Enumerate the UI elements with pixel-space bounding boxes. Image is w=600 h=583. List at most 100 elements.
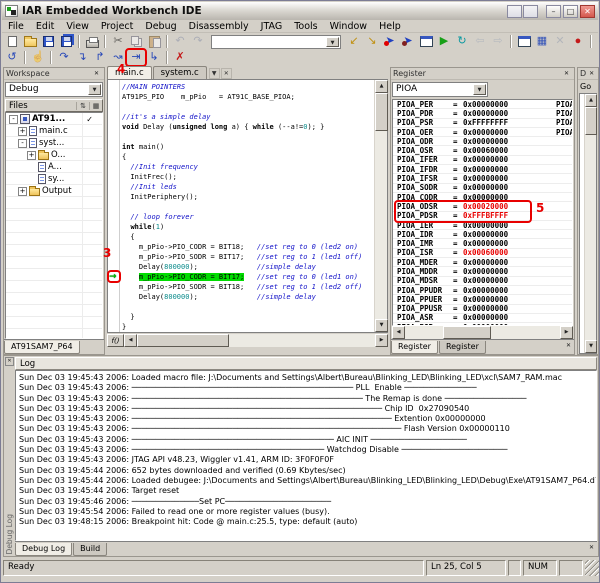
- editor-gutter[interactable]: →: [108, 80, 120, 332]
- scroll-right-icon[interactable]: ▶: [375, 334, 388, 347]
- menu-project[interactable]: Project: [95, 21, 140, 32]
- undo-icon[interactable]: ↶: [171, 34, 189, 49]
- register-row[interactable]: PIOA_ODR=0x00000000: [393, 137, 572, 146]
- previous-error-icon[interactable]: ⇦: [471, 34, 489, 49]
- scroll-left-icon[interactable]: ◀: [124, 334, 137, 347]
- register-hscrollbar[interactable]: ◀ ▶: [392, 326, 573, 339]
- files-tree[interactable]: -AT91...✓+main.c-syst...+O...A...sy...+O…: [5, 112, 103, 339]
- editor-vscrollbar[interactable]: ▲ ▼: [374, 80, 387, 332]
- register-row[interactable]: PIOA_PPUER=0x00000000: [393, 295, 572, 304]
- scrollbar-thumb[interactable]: [585, 107, 597, 135]
- tree-item[interactable]: +O...: [6, 149, 102, 161]
- tree-item[interactable]: -AT91...✓: [6, 113, 102, 125]
- menu-edit[interactable]: Edit: [30, 21, 60, 32]
- register-row[interactable]: PIOA_BSR=0x00000000: [393, 323, 572, 326]
- navigate-forward-icon[interactable]: ↘: [363, 34, 381, 49]
- register-row[interactable]: PIOA_IFER=0x00000000: [393, 156, 572, 165]
- inactive-window-button-2[interactable]: [523, 5, 538, 18]
- run-to-cursor-icon[interactable]: ⇥: [127, 50, 145, 65]
- log-tabs-close-icon[interactable]: ✕: [586, 543, 597, 553]
- register-row[interactable]: PIOA_SODR=0x00000000: [393, 184, 572, 193]
- register-row[interactable]: PIOA_CODR=0x00000000: [393, 193, 572, 202]
- title-bar[interactable]: IAR Embedded Workbench IDE – □ ✕: [2, 2, 598, 20]
- paste-icon[interactable]: [145, 34, 163, 49]
- tab-list-icon[interactable]: ▼: [209, 68, 220, 79]
- register-row[interactable]: PIOA_IDR=0x00000000: [393, 230, 572, 239]
- open-file-icon[interactable]: [21, 34, 39, 49]
- step-out-icon[interactable]: ↱: [91, 50, 109, 65]
- enable-breakpoint-icon[interactable]: ➤: [399, 34, 417, 49]
- menu-tools[interactable]: Tools: [288, 21, 323, 32]
- reset-icon[interactable]: ↺: [3, 50, 21, 65]
- columns-icon[interactable]: ▦: [89, 102, 102, 110]
- tab-register[interactable]: Register: [391, 341, 438, 354]
- scroll-up-icon[interactable]: ▲: [375, 80, 388, 93]
- toggle-breakpoint-icon[interactable]: ➤: [381, 34, 399, 49]
- sort-icon[interactable]: ⇅: [76, 102, 89, 110]
- register-title-bar[interactable]: Register ✕: [391, 68, 574, 80]
- register-row[interactable]: PIOA_ISR=0x00060000: [393, 249, 572, 258]
- code-area[interactable]: //MAIN POINTERSAT91PS_PIO m_pPio = AT91C…: [120, 80, 374, 332]
- workspace-window-icon[interactable]: ▦: [533, 34, 551, 49]
- compile-icon[interactable]: ↻: [453, 34, 471, 49]
- log-lines[interactable]: Sun Dec 03 19:45:43 2006: Loaded macro f…: [15, 370, 597, 541]
- log-close-icon[interactable]: ✕: [5, 357, 14, 366]
- register-row[interactable]: PIOA_IFSR=0x00000000: [393, 174, 572, 183]
- register-row[interactable]: PIOA_PPUSR=0x00000000: [393, 305, 572, 314]
- dropdown-icon[interactable]: ▼: [88, 84, 101, 95]
- tab-build[interactable]: Build: [73, 543, 107, 556]
- tree-expand-icon[interactable]: +: [27, 151, 36, 160]
- register-row[interactable]: PIOA_PPUDR=0x00000000: [393, 286, 572, 295]
- register-table[interactable]: PIOA_PER=0x00000000PIOAPIOA_PDR=0x000000…: [392, 99, 573, 326]
- cut-icon[interactable]: ✂: [109, 34, 127, 49]
- configuration-combo[interactable]: Debug ▼: [5, 82, 103, 97]
- workspace-close-icon[interactable]: ✕: [91, 69, 102, 79]
- menu-file[interactable]: File: [2, 21, 30, 32]
- tree-item[interactable]: A...: [6, 161, 102, 173]
- disassembly-close-icon[interactable]: ✕: [586, 69, 597, 79]
- scroll-down-icon[interactable]: ▼: [375, 319, 388, 332]
- scrollbar-thumb[interactable]: [375, 93, 388, 131]
- register-row[interactable]: PIOA_MDER=0x00000000: [393, 258, 572, 267]
- register-row[interactable]: PIOA_MDSR=0x00000000: [393, 277, 572, 286]
- tree-item[interactable]: -syst...: [6, 137, 102, 149]
- editor-close-icon[interactable]: ✕: [221, 68, 232, 79]
- register-close-icon[interactable]: ✕: [561, 69, 572, 79]
- scrollbar-track[interactable]: [585, 135, 596, 340]
- editor-tab-system-c[interactable]: system.c: [153, 66, 207, 79]
- menu-jtag[interactable]: JTAG: [255, 21, 289, 32]
- scrollbar-thumb[interactable]: [137, 334, 229, 347]
- disassembly-vscrollbar[interactable]: ▲ ▼: [584, 94, 596, 353]
- resize-grip[interactable]: [585, 560, 599, 576]
- scroll-up-icon[interactable]: ▲: [585, 94, 597, 107]
- step-into-icon[interactable]: ↴: [73, 50, 91, 65]
- save-all-icon[interactable]: [57, 34, 75, 49]
- log-drag-strip[interactable]: ✕ Debug Log: [4, 356, 15, 556]
- scrollbar-thumb[interactable]: [443, 326, 491, 339]
- stop-debugging-icon[interactable]: ✗: [171, 50, 189, 65]
- scroll-right-icon[interactable]: ▶: [560, 326, 573, 339]
- register-row[interactable]: PIOA_ASR=0x00000000: [393, 314, 572, 323]
- debug-without-downloading-icon[interactable]: ◉: [595, 34, 600, 49]
- register-row[interactable]: PIOA_PDSR=0xFFFBFFFF: [393, 212, 572, 221]
- navigate-backward-icon[interactable]: ↙: [345, 34, 363, 49]
- redo-icon[interactable]: ↷: [189, 34, 207, 49]
- scrollbar-track[interactable]: [375, 131, 387, 319]
- minimize-button[interactable]: –: [546, 5, 561, 18]
- editor-tab-main-c[interactable]: main.c: [107, 66, 152, 79]
- close-button[interactable]: ✕: [580, 5, 595, 18]
- tree-item[interactable]: +main.c: [6, 125, 102, 137]
- inactive-window-button-1[interactable]: [507, 5, 522, 18]
- print-icon[interactable]: [83, 34, 101, 49]
- function-list-button[interactable]: f(): [107, 334, 124, 347]
- step-over-icon[interactable]: ↷: [55, 50, 73, 65]
- copy-icon[interactable]: [127, 34, 145, 49]
- maximize-button[interactable]: □: [563, 5, 578, 18]
- new-window-icon[interactable]: [515, 34, 533, 49]
- tree-expand-icon[interactable]: +: [18, 127, 27, 136]
- workspace-project-tab[interactable]: AT91SAM7_P64: [4, 341, 80, 354]
- tree-expand-icon[interactable]: -: [9, 115, 18, 124]
- tree-expand-icon[interactable]: -: [18, 139, 27, 148]
- scroll-left-icon[interactable]: ◀: [392, 326, 405, 339]
- new-file-icon[interactable]: [3, 34, 21, 49]
